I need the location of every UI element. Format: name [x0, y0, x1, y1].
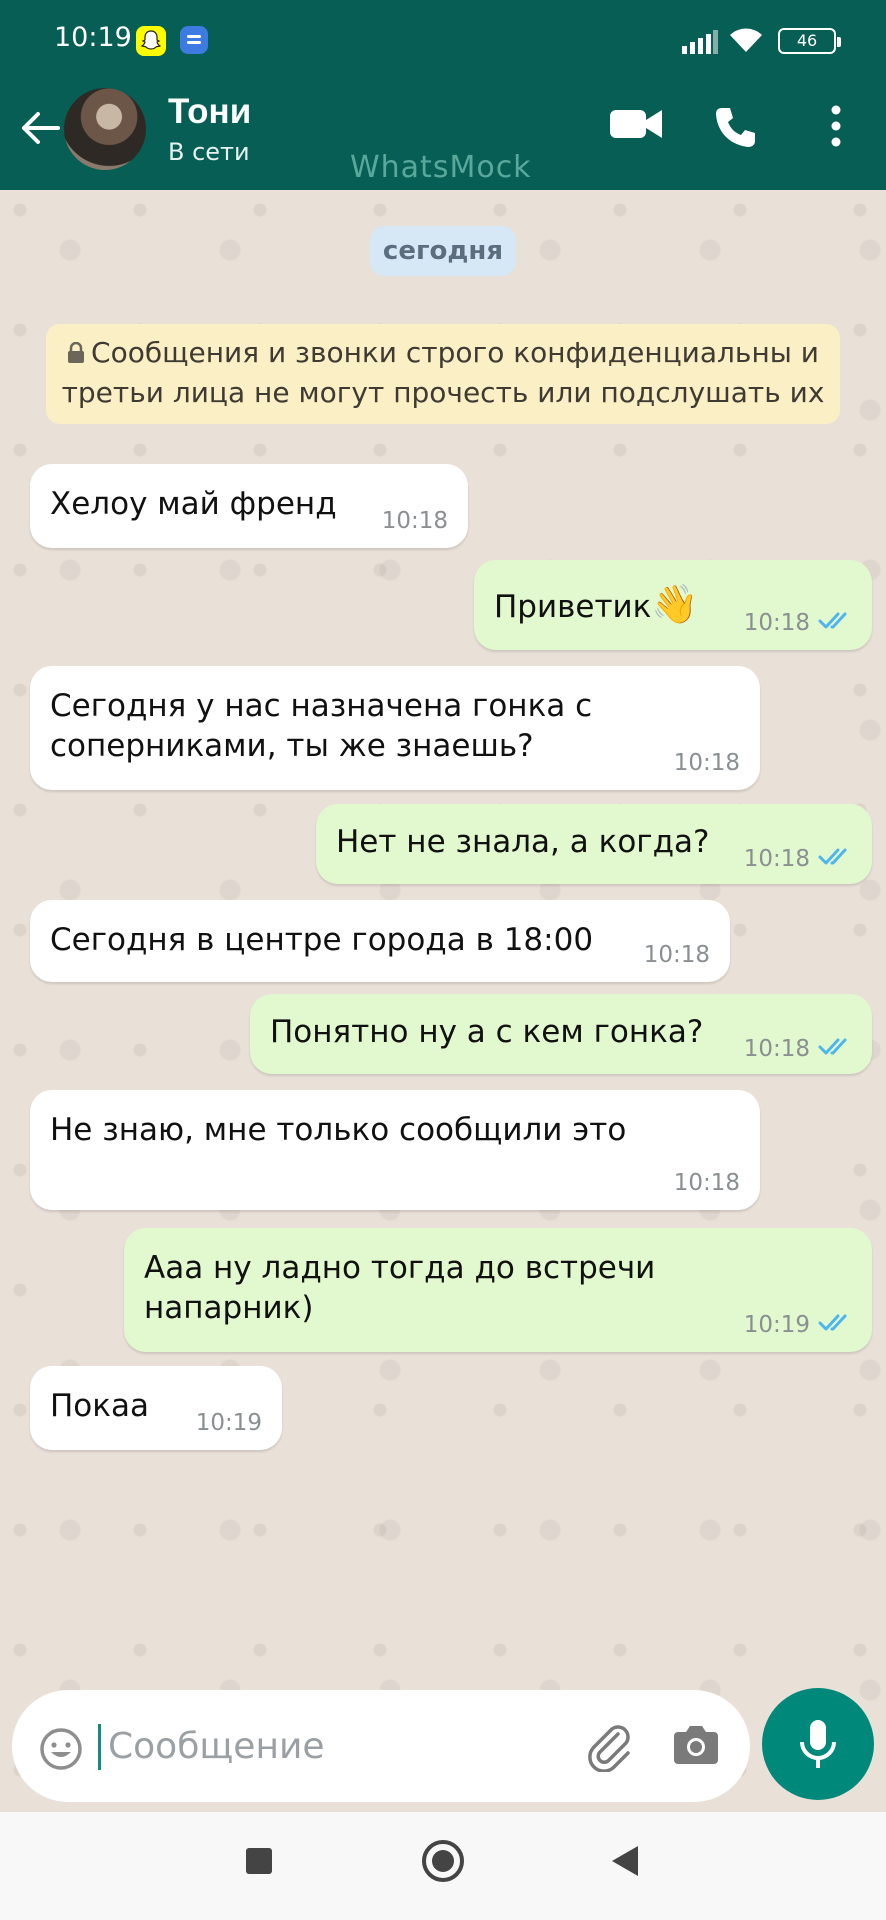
- mic-icon: [800, 1720, 836, 1768]
- message-time: 10:18: [643, 942, 710, 968]
- message-bubble[interactable]: Не знаю, мне только сообщили это 10:18: [30, 1090, 760, 1210]
- message-text: Покаа: [50, 1388, 149, 1424]
- message-bubble[interactable]: Сегодня у нас назначена гонка с соперник…: [30, 666, 760, 790]
- home-button[interactable]: [422, 1840, 464, 1882]
- message-bubble[interactable]: Приветик👋 10:18: [474, 560, 872, 650]
- message-text-line: Ааа ну ладно тогда до встречи: [144, 1250, 656, 1286]
- nav-back-icon[interactable]: [610, 1844, 640, 1882]
- double-check-icon: [818, 1036, 852, 1062]
- message-text-line: соперниками, ты же знаешь?: [50, 728, 534, 764]
- message-time: 10:19: [195, 1410, 262, 1436]
- messages-notification-icon: [180, 26, 208, 54]
- message-time: 10:18: [381, 508, 448, 534]
- message-time: 10:18: [673, 1170, 740, 1196]
- message-text: Не знаю, мне только сообщили это: [50, 1112, 627, 1148]
- phone-icon[interactable]: [712, 104, 758, 154]
- contact-name[interactable]: Тони: [168, 92, 251, 132]
- message-text: Понятно ну а с кем гонка?: [270, 1014, 704, 1050]
- message-time: 10:18: [743, 1036, 810, 1062]
- contact-presence: В сети: [168, 138, 250, 166]
- emoji-icon[interactable]: [38, 1726, 84, 1776]
- message-text-line: напарник): [144, 1290, 314, 1326]
- date-pill: сегодня: [370, 226, 516, 276]
- encryption-notice-text: Сообщения и звонки строго конфиденциальн…: [61, 336, 825, 409]
- message-text: Приветик: [494, 589, 652, 625]
- message-bubble[interactable]: Хелоу май френд 10:18: [30, 464, 468, 548]
- double-check-icon: [818, 610, 852, 636]
- lock-icon: [67, 336, 85, 374]
- message-time: 10:18: [673, 750, 740, 776]
- double-check-icon: [818, 846, 852, 872]
- watermark: WhatsMock: [350, 150, 532, 185]
- more-vert-icon[interactable]: [828, 104, 844, 152]
- message-time: 10:18: [743, 610, 810, 636]
- message-composer: [12, 1690, 750, 1802]
- message-time: 10:18: [743, 846, 810, 872]
- avatar[interactable]: [64, 88, 146, 170]
- camera-icon[interactable]: [672, 1722, 720, 1770]
- waving-hand-emoji: 👋: [651, 582, 699, 626]
- message-text: Нет не знала, а когда?: [336, 824, 710, 860]
- signal-icon: [682, 30, 718, 58]
- message-text: Сегодня в центре города в 18:00: [50, 922, 594, 958]
- message-bubble[interactable]: Понятно ну а с кем гонка? 10:18: [250, 994, 872, 1074]
- system-navigation-bar: [0, 1812, 886, 1920]
- video-call-icon[interactable]: [608, 104, 664, 148]
- message-input[interactable]: [108, 1718, 568, 1774]
- snapchat-notification-icon: [136, 26, 166, 56]
- status-time: 10:19: [54, 22, 132, 53]
- wifi-icon: [728, 26, 764, 58]
- message-bubble[interactable]: Нет не знала, а когда? 10:18: [316, 804, 872, 884]
- back-arrow-icon[interactable]: [20, 110, 60, 150]
- message-text: Хелоу май френд: [50, 486, 337, 522]
- message-time: 10:19: [743, 1312, 810, 1338]
- top-bar: 10:19 46 Тони В сети WhatsMock: [0, 0, 886, 190]
- text-caret: [98, 1724, 101, 1770]
- encryption-notice[interactable]: Сообщения и звонки строго конфиденциальн…: [46, 324, 840, 424]
- double-check-icon: [818, 1312, 852, 1338]
- recents-button[interactable]: [246, 1848, 272, 1874]
- message-bubble[interactable]: Покаа 10:19: [30, 1366, 282, 1450]
- chat-area[interactable]: сегодня Сообщения и звонки строго конфид…: [0, 190, 886, 1810]
- message-bubble[interactable]: Сегодня в центре города в 18:00 10:18: [30, 900, 730, 982]
- attach-icon[interactable]: [584, 1720, 636, 1776]
- message-bubble[interactable]: Ааа ну ладно тогда до встречи напарник) …: [124, 1228, 872, 1352]
- battery-indicator: 46: [778, 28, 841, 54]
- message-text-line: Сегодня у нас назначена гонка с: [50, 688, 593, 724]
- status-bar: 10:19 46: [0, 0, 886, 80]
- mic-button[interactable]: [762, 1688, 874, 1800]
